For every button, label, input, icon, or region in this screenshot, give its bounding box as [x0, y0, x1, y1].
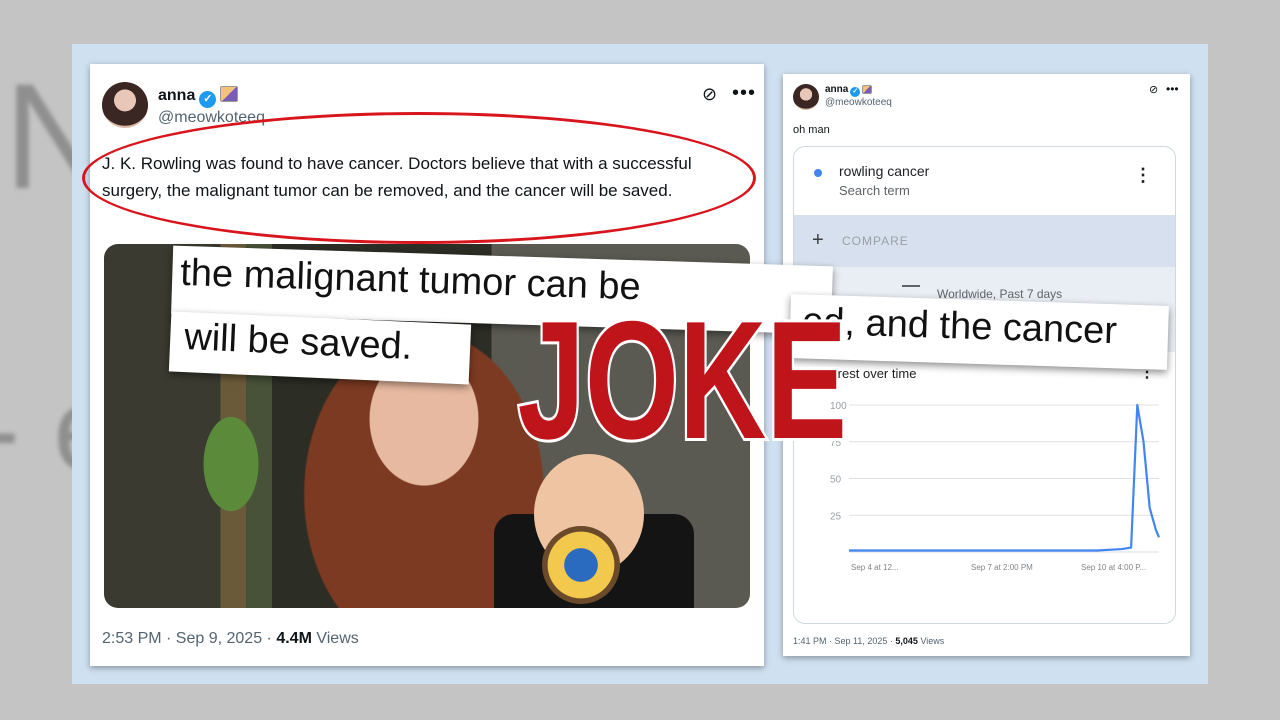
views-count: 4.4M — [276, 630, 312, 647]
x-tick-label: Sep 4 at 12... — [851, 563, 899, 572]
plus-icon: + — [812, 229, 824, 251]
tweet-meta: 1:41 PM · Sep 11, 2025 · 5,045 Views — [793, 636, 944, 646]
x-tick-label: Sep 7 at 2:00 PM — [971, 563, 1033, 572]
joke-stamp: JOKE — [515, 286, 849, 474]
photo-plant — [196, 404, 266, 524]
compare-label: COMPARE — [842, 234, 909, 248]
search-term: rowling cancer — [839, 163, 930, 179]
y-tick-label: 50 — [830, 475, 842, 486]
timestamp[interactable]: 1:41 PM · Sep 11, 2025 · — [793, 636, 895, 646]
views-label: Views — [917, 636, 945, 646]
y-tick-label: 25 — [830, 511, 842, 522]
views-count: 5,045 — [895, 636, 918, 646]
affiliate-badge-icon — [220, 86, 239, 102]
handle[interactable]: @meowkoteeq — [825, 97, 892, 108]
avatar[interactable] — [793, 84, 819, 110]
compare-button[interactable]: + COMPARE — [794, 215, 1175, 267]
verified-badge-icon: ✓ — [850, 87, 861, 97]
verified-badge-icon: ✓ — [199, 91, 217, 108]
grok-icon[interactable]: ⊘ — [702, 84, 722, 104]
display-name[interactable]: anna ✓ — [158, 86, 239, 108]
more-options-icon[interactable]: ••• — [732, 82, 756, 105]
x-tick-label: Sep 10 at 4:00 P... — [1081, 563, 1146, 572]
display-name-text[interactable]: anna — [158, 87, 195, 104]
more-options-icon[interactable]: ••• — [1166, 82, 1179, 96]
trend-chart: 255075100Sep 4 at 12... Sep 7 at 2:00 PM S… — [830, 401, 1161, 572]
interest-chart-panel: Interest over time ⋮ 25 50 75 100 Sep 4 at 1… — [794, 352, 1175, 623]
display-name-text[interactable]: anna — [825, 84, 848, 95]
series-line — [849, 403, 1161, 552]
views-label: Views — [311, 630, 359, 647]
series-dot-icon — [814, 169, 822, 177]
affiliate-badge-icon — [862, 85, 873, 94]
filter-icon — [902, 285, 920, 287]
google-trends-screenshot[interactable]: rowling cancer Search term ⋮ + COMPARE W… — [793, 146, 1176, 624]
avatar[interactable] — [102, 82, 148, 128]
kebab-menu-icon[interactable]: ⋮ — [1134, 165, 1152, 186]
grok-icon[interactable]: ⊘ — [1149, 83, 1158, 96]
tweet-text: oh man — [793, 124, 830, 136]
display-name[interactable]: anna ✓ — [825, 84, 873, 97]
highlight-oval — [82, 112, 756, 244]
photo-doll-badge — [542, 526, 620, 604]
tweet-meta: 2:53 PM · Sep 9, 2025 · 4.4M Views — [102, 630, 359, 648]
search-term-row[interactable]: rowling cancer Search term ⋮ — [794, 147, 1175, 215]
search-term-type: Search term — [839, 183, 910, 198]
timestamp[interactable]: 2:53 PM · Sep 9, 2025 · — [102, 630, 276, 647]
